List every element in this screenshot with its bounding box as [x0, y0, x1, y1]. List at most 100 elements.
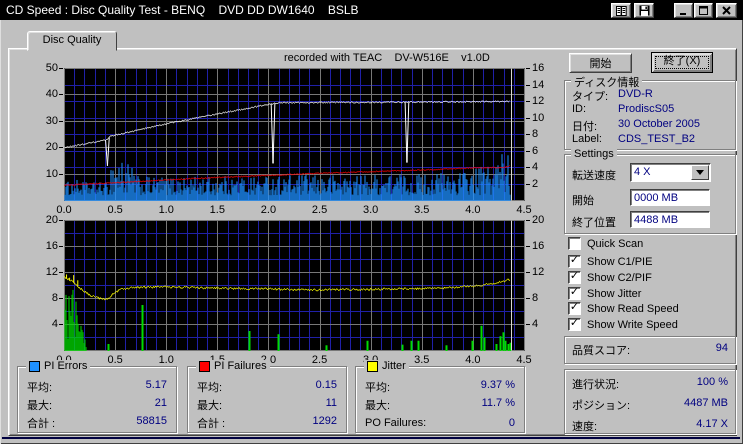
axis-tick-label: 30 [45, 114, 58, 127]
checkbox-show-jitter[interactable]: Show Jitter [568, 287, 641, 300]
speed-select[interactable]: 4 X [630, 163, 711, 182]
show-c1-pie-checkbox[interactable] [568, 255, 581, 268]
pi-failures-jitter-chart [64, 220, 525, 351]
axis-tick-mark [526, 85, 530, 86]
titlebar[interactable]: CD Speed : Disc Quality Test - BENQ DVD … [0, 0, 743, 20]
disc-label-label: Label: [572, 133, 602, 145]
total-value: 1292 [312, 415, 337, 427]
axis-tick-mark [526, 220, 530, 221]
pi-errors-stats-box: PI Errors 平均: 5.17 最大: 21 合計 : 58815 [17, 360, 177, 433]
axis-tick-mark [59, 220, 63, 221]
axis-tick-label: 2.5 [311, 354, 328, 366]
axis-tick-label: 1.5 [209, 204, 225, 216]
disc-date-label: 日付: [572, 121, 598, 133]
axis-tick-label: 10 [532, 111, 545, 124]
axis-tick-mark [59, 147, 63, 148]
axis-tick-mark [526, 246, 530, 247]
progress-label: 進行状況: [572, 379, 620, 391]
checkbox-quick-scan[interactable]: Quick Scan [568, 237, 643, 250]
disc-id-label: ID: [572, 103, 587, 115]
axis-tick-label: 16 [532, 240, 545, 252]
progress-row: 進行状況: 100 % [572, 376, 728, 392]
axis-tick-label: 3.5 [414, 204, 430, 216]
exit-button[interactable]: 終了(X) [651, 52, 713, 73]
axis-tick-label: 2.0 [260, 204, 277, 216]
checkbox-show-read-speed[interactable]: Show Read Speed [568, 302, 679, 315]
quality-score-row: 品質スコア: 94 [572, 342, 728, 358]
settings-legend: Settings [571, 148, 617, 160]
disc-date-value: 30 October 2005 [618, 118, 700, 130]
checkbox-show-c2-pif[interactable]: Show C2/PIF [568, 271, 652, 284]
position-row: ポジション: 4487 MB [572, 397, 728, 413]
axis-tick-label: 1.0 [158, 204, 174, 216]
start-button[interactable]: 開始 [569, 53, 632, 73]
disc-id-value: ProdiscS05 [618, 103, 675, 115]
axis-tick-mark [526, 101, 530, 102]
jitter-swatch-icon [367, 360, 378, 372]
show-jitter-checkbox[interactable] [568, 287, 581, 300]
recorded-with-note: recorded with TEAC DV-W516E v1.0D [284, 52, 490, 64]
axis-tick-label: 40 [45, 88, 58, 101]
po-failures-label: PO Failures: [365, 417, 427, 429]
speed-select-value: 4 X [634, 166, 651, 178]
close-icon[interactable] [716, 3, 737, 18]
start-pos-input[interactable]: 0000 MB [630, 189, 710, 206]
avg-label: 平均: [197, 382, 223, 394]
axis-tick-label: 4.0 [465, 204, 481, 216]
axis-tick-label: 0.5 [107, 354, 123, 366]
jitter-legend: Jitter [382, 360, 406, 372]
axis-tick-mark [59, 121, 63, 122]
axis-tick-label: 16 [45, 240, 58, 252]
axis-tick-label: 4.0 [465, 354, 481, 366]
disc-type-value: DVD-R [618, 88, 653, 100]
quick-scan-checkbox[interactable] [568, 237, 581, 250]
axis-tick-mark [59, 298, 63, 299]
axis-tick-label: 3.0 [363, 204, 379, 216]
axis-tick-label: 3.5 [414, 354, 430, 366]
max-value: 11.7 % [481, 397, 515, 409]
axis-tick-mark [59, 94, 63, 95]
pi-errors-chart [64, 68, 525, 201]
avg-value: 5.17 [145, 379, 167, 391]
chevron-down-icon[interactable] [691, 165, 709, 180]
pi-failures-legend: PI Failures [214, 360, 267, 372]
avg-value: 9.37 % [480, 379, 515, 391]
show-c2-pif-checkbox[interactable] [568, 271, 581, 284]
axis-tick-label: 8 [51, 292, 58, 304]
pi-errors-swatch-icon [29, 360, 40, 372]
avg-label: 平均: [27, 382, 53, 394]
avg-value: 0.15 [315, 379, 337, 391]
disc-type-label: タイプ: [572, 91, 609, 103]
po-failures-value: 0 [508, 417, 515, 429]
copy-icon[interactable] [611, 3, 631, 18]
jitter-stats-box: Jitter 平均: 9.37 % 最大: 11.7 % PO Failures: 0 [355, 360, 525, 433]
speed-row: 速度: 4.17 X [572, 418, 728, 434]
axis-tick-label: 50 [45, 62, 58, 74]
avg-label: 平均: [365, 382, 391, 394]
minimize-icon[interactable] [674, 3, 693, 18]
show-read-speed-checkbox[interactable] [568, 302, 581, 315]
checkbox-show-write-speed[interactable]: Show Write Speed [568, 318, 678, 331]
end-pos-label: 終了位置 [572, 217, 616, 229]
axis-tick-mark [59, 68, 63, 69]
axis-tick-mark [526, 118, 530, 119]
end-pos-input[interactable]: 4488 MB [630, 211, 710, 228]
axis-tick-label: 20 [532, 214, 545, 226]
axis-tick-mark [526, 298, 530, 299]
show-write-speed-checkbox[interactable] [568, 318, 581, 331]
maximize-icon[interactable] [694, 3, 713, 18]
save-icon[interactable] [634, 3, 654, 18]
pi-failures-stats-box: PI Failures 平均: 0.15 最大: 11 合計 : 1292 [187, 360, 347, 433]
axis-tick-label: 2.5 [311, 204, 328, 216]
max-label: 最大: [197, 400, 223, 412]
max-value: 21 [154, 397, 167, 409]
app-window: CD Speed : Disc Quality Test - BENQ DVD … [0, 0, 743, 444]
tab-disc-quality[interactable]: Disc Quality [27, 31, 117, 51]
checkbox-show-c1-pie[interactable]: Show C1/PIE [568, 255, 652, 268]
axis-tick-label: 2 [532, 177, 539, 190]
axis-tick-mark [526, 324, 530, 325]
axis-tick-mark [526, 167, 530, 168]
speed-value: 4.17 X [696, 418, 728, 430]
progress-value: 100 % [696, 376, 728, 388]
pi-failures-swatch-icon [199, 360, 210, 372]
